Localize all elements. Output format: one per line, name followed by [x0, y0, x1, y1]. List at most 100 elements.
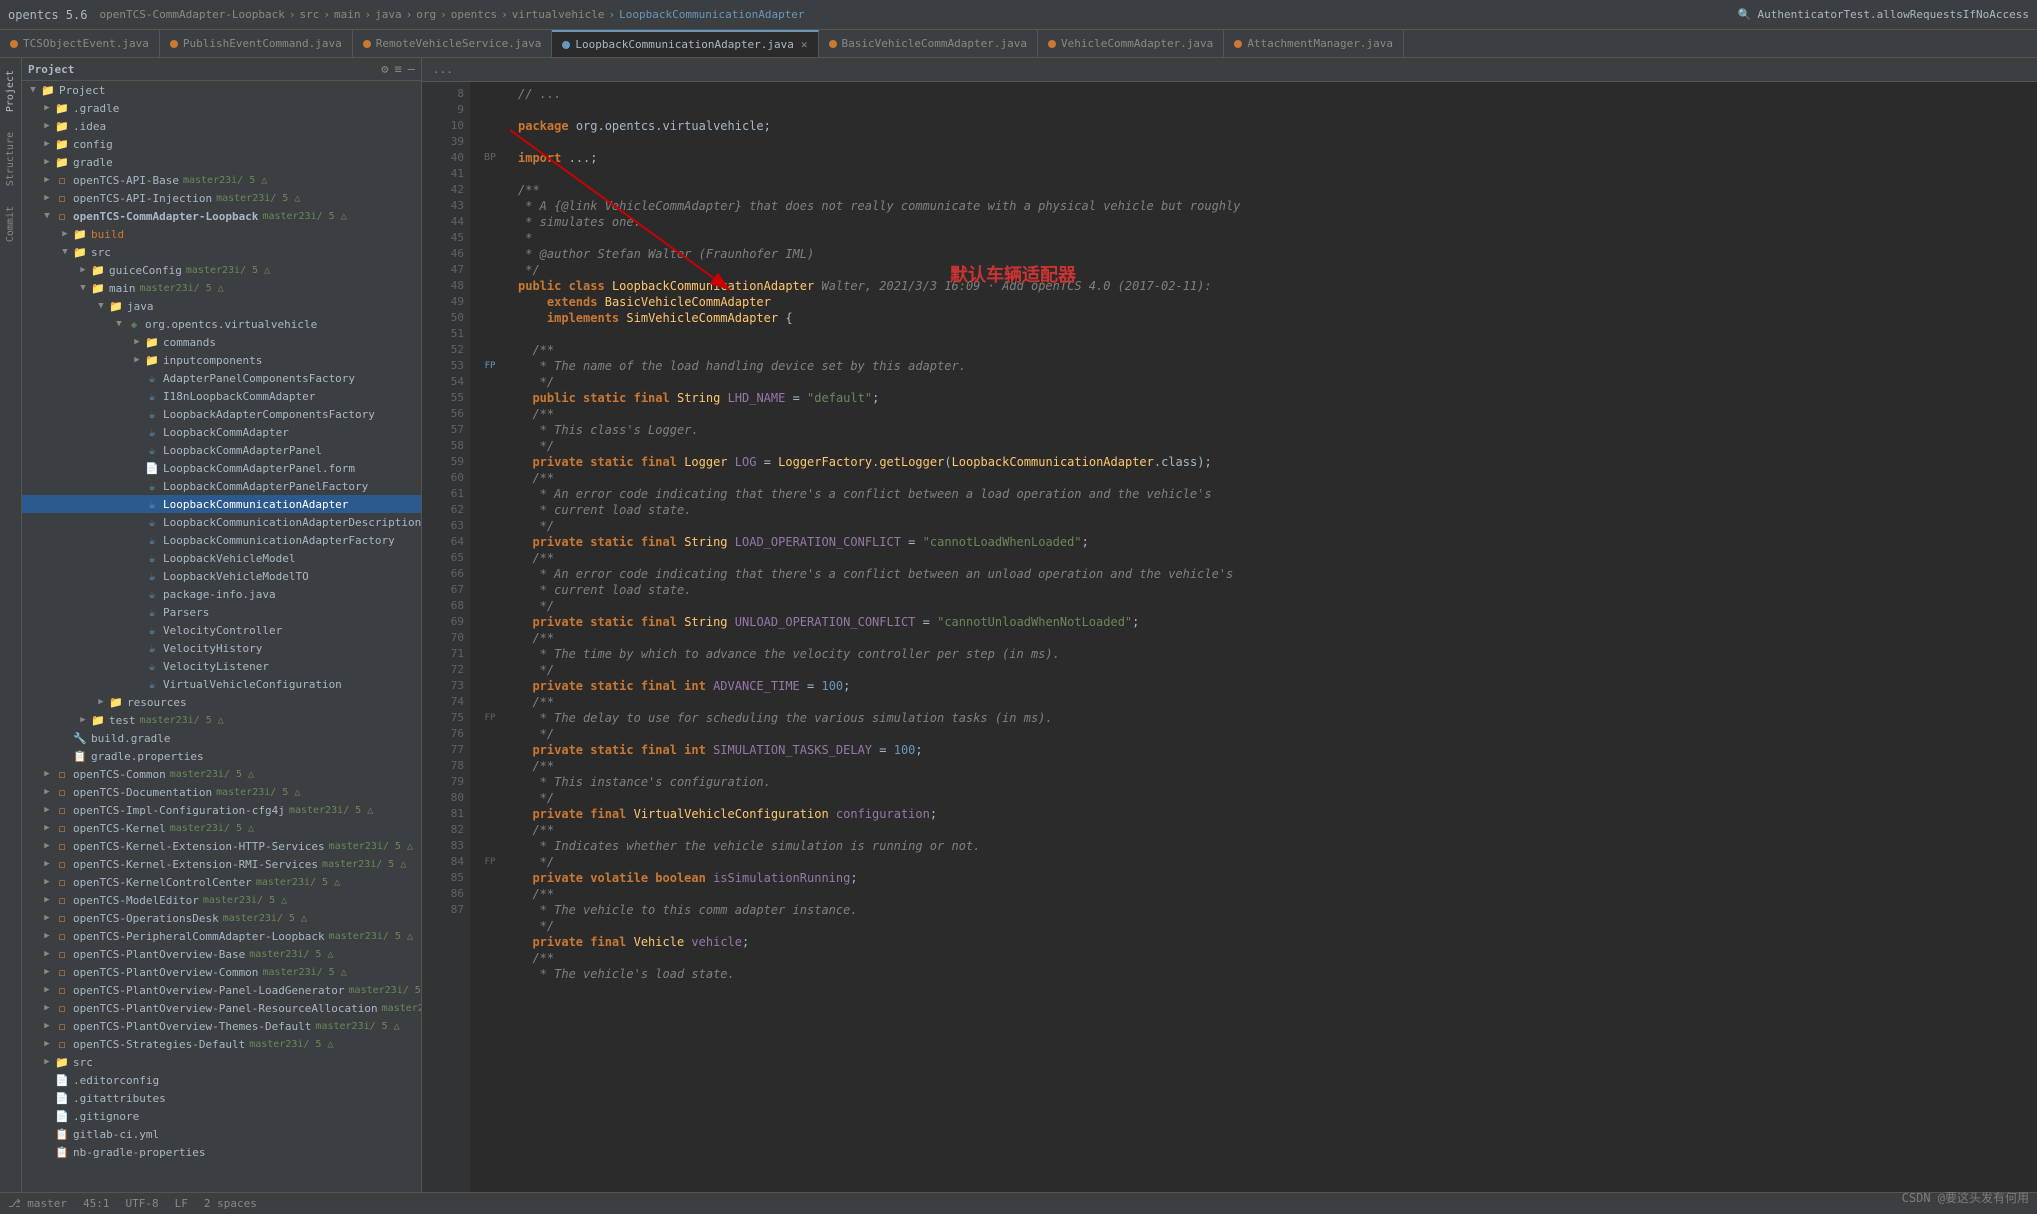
expand-arrow	[40, 193, 54, 203]
tree-item-package-info[interactable]: ☕ package-info.java	[22, 585, 421, 603]
tree-item-commands[interactable]: 📁 commands	[22, 333, 421, 351]
gear-icon[interactable]: ⚙	[381, 62, 388, 76]
file-icon: 📄	[54, 1072, 70, 1088]
status-bar: ⎇ master 45:1 UTF-8 LF 2 spaces CSDN @要这…	[0, 1192, 2037, 1214]
tree-item-documentation[interactable]: ◻ openTCS-Documentation master23i/ 5 △	[22, 783, 421, 801]
file-icon: 📄	[54, 1108, 70, 1124]
tab-remote-vehicle-service[interactable]: RemoteVehicleService.java	[353, 30, 553, 58]
tree-item-gradle[interactable]: 📁 .gradle	[22, 99, 421, 117]
tree-item-loopback-panel[interactable]: ☕ LoopbackCommAdapterPanel	[22, 441, 421, 459]
tree-item-loopback-vehicle-model[interactable]: ☕ LoopbackVehicleModel	[22, 549, 421, 567]
tab-vehicle-comm-adapter[interactable]: VehicleCommAdapter.java	[1038, 30, 1224, 58]
tree-item-plant-themes[interactable]: ◻ openTCS-PlantOverview-Themes-Default m…	[22, 1017, 421, 1035]
code-line-79: /**	[518, 822, 2029, 838]
tree-item-src-root[interactable]: 📁 src	[22, 1053, 421, 1071]
tab-attachment-manager[interactable]: AttachmentManager.java	[1224, 30, 1404, 58]
code-line-80: * Indicates whether the vehicle simulati…	[518, 838, 2029, 854]
tree-item-loopback-adapter-components[interactable]: ☕ LoopbackAdapterComponentsFactory	[22, 405, 421, 423]
vtab-structure[interactable]: Structure	[3, 124, 18, 194]
tab-publish-event-command[interactable]: PublishEventCommand.java	[160, 30, 353, 58]
tree-item-loopback-comm-adapter[interactable]: ☕ LoopbackCommAdapter	[22, 423, 421, 441]
expand-arrow	[40, 1003, 54, 1013]
tree-item-loopback-panel-form[interactable]: 📄 LoopbackCommAdapterPanel.form	[22, 459, 421, 477]
code-line-44: */	[518, 262, 2029, 278]
tree-item-common[interactable]: ◻ openTCS-Common master23i/ 5 △	[22, 765, 421, 783]
status-line-col: 45:1	[83, 1197, 110, 1210]
tree-item-velocity-controller[interactable]: ☕ VelocityController	[22, 621, 421, 639]
tree-item-build[interactable]: 📁 build	[22, 225, 421, 243]
tree-item-test[interactable]: 📁 test master23i/ 5 △	[22, 711, 421, 729]
tree-item-api-injection[interactable]: ◻ openTCS-API-Injection master23i/ 5 △	[22, 189, 421, 207]
tree-item-gradle-folder[interactable]: 📁 gradle	[22, 153, 421, 171]
tree-item-guiceconfig[interactable]: 📁 guiceConfig master23i/ 5 △	[22, 261, 421, 279]
tree-item-velocity-listener[interactable]: ☕ VelocityListener	[22, 657, 421, 675]
code-content[interactable]: 默认车辆适配器 // ... package org.opentcs.virtu…	[510, 82, 2037, 1192]
tree-item-loopback-factory[interactable]: ☕ LoopbackCommunicationAdapterFactory	[22, 531, 421, 549]
vtab-commit[interactable]: Commit	[3, 198, 18, 250]
tree-item-gitattributes[interactable]: 📄 .gitattributes	[22, 1089, 421, 1107]
code-line-51: */	[518, 374, 2029, 390]
tree-item-project-root[interactable]: 📁 Project	[22, 81, 421, 99]
tree-item-virtual-vehicle-config[interactable]: ☕ VirtualVehicleConfiguration	[22, 675, 421, 693]
tab-basic-vehicle-comm-adapter[interactable]: BasicVehicleCommAdapter.java	[819, 30, 1038, 58]
tree-item-plant-load-gen[interactable]: ◻ openTCS-PlantOverview-Panel-LoadGenera…	[22, 981, 421, 999]
expand-arrow	[130, 355, 144, 365]
tree-item-plant-common[interactable]: ◻ openTCS-PlantOverview-Common master23i…	[22, 963, 421, 981]
tree-item-parsers[interactable]: ☕ Parsers	[22, 603, 421, 621]
tree-item-loopback-communication-adapter[interactable]: ☕ LoopbackCommunicationAdapter	[22, 495, 421, 513]
tree-item-ops-desk[interactable]: ◻ openTCS-OperationsDesk master23i/ 5 △	[22, 909, 421, 927]
tree-item-loopback-description[interactable]: ☕ LoopbackCommunicationAdapterDescriptio…	[22, 513, 421, 531]
java-file-icon: ☕	[144, 676, 160, 692]
sidebar-header: Project ⚙ ≡ —	[22, 58, 421, 81]
vtab-project[interactable]: Project	[3, 62, 18, 120]
tree-item-gradle-properties[interactable]: 📋 gradle.properties	[22, 747, 421, 765]
tree-item-inputcomponents[interactable]: 📁 inputcomponents	[22, 351, 421, 369]
tab-loopback-communication-adapter[interactable]: LoopbackCommunicationAdapter.java ✕	[552, 30, 818, 58]
tree-item-velocity-history[interactable]: ☕ VelocityHistory	[22, 639, 421, 657]
tree-item-gitlab-ci[interactable]: 📋 gitlab-ci.yml	[22, 1125, 421, 1143]
tree-item-kernel-http[interactable]: ◻ openTCS-Kernel-Extension-HTTP-Services…	[22, 837, 421, 855]
tree-item-src[interactable]: 📁 src	[22, 243, 421, 261]
folder-icon: 📁	[90, 280, 106, 296]
tree-item-resources[interactable]: 📁 resources	[22, 693, 421, 711]
tree-item-package[interactable]: ◈ org.opentcs.virtualvehicle	[22, 315, 421, 333]
tab-tcs-object-event[interactable]: TCSObjectEvent.java	[0, 30, 160, 58]
tree-item-plant-resource[interactable]: ◻ openTCS-PlantOverview-Panel-ResourceAl…	[22, 999, 421, 1017]
folder-icon: 📁	[90, 262, 106, 278]
folder-icon: 📁	[108, 298, 124, 314]
tree-item-idea[interactable]: 📁 .idea	[22, 117, 421, 135]
code-line-65: */	[518, 598, 2029, 614]
tree-item-api-base[interactable]: ◻ openTCS-API-Base master23i/ 5 △	[22, 171, 421, 189]
tree-item-plant-base[interactable]: ◻ openTCS-PlantOverview-Base master23i/ …	[22, 945, 421, 963]
settings-icon[interactable]: ≡	[395, 62, 402, 76]
tree-item-main[interactable]: 📁 main master23i/ 5 △	[22, 279, 421, 297]
tree-item-loopback-vehicle-model-to[interactable]: ☕ LoopbackVehicleModelTO	[22, 567, 421, 585]
code-line-50: * The name of the load handling device s…	[518, 358, 2029, 374]
tree-item-strategies[interactable]: ◻ openTCS-Strategies-Default master23i/ …	[22, 1035, 421, 1053]
code-line-61: private static final String LOAD_OPERATI…	[518, 534, 2029, 550]
java-file-icon: ☕	[144, 640, 160, 656]
module-icon: ◻	[54, 208, 70, 224]
app-title: opentcs 5.6	[8, 8, 87, 22]
tree-item-config[interactable]: 📁 config	[22, 135, 421, 153]
tree-item-i18n[interactable]: ☕ I18nLoopbackCommAdapter	[22, 387, 421, 405]
code-line-77: */	[518, 790, 2029, 806]
tree-item-java[interactable]: 📁 java	[22, 297, 421, 315]
tree-item-kernel[interactable]: ◻ openTCS-Kernel master23i/ 5 △	[22, 819, 421, 837]
tree-item-peripheral-loopback[interactable]: ◻ openTCS-PeripheralCommAdapter-Loopback…	[22, 927, 421, 945]
tree-item-editorconfig[interactable]: 📄 .editorconfig	[22, 1071, 421, 1089]
code-line-85: */	[518, 918, 2029, 934]
tree-item-kernel-rmi[interactable]: ◻ openTCS-Kernel-Extension-RMI-Services …	[22, 855, 421, 873]
tree-item-impl-cfg4j[interactable]: ◻ openTCS-Impl-Configuration-cfg4j maste…	[22, 801, 421, 819]
tree-item-kernel-control[interactable]: ◻ openTCS-KernelControlCenter master23i/…	[22, 873, 421, 891]
tree-item-model-editor[interactable]: ◻ openTCS-ModelEditor master23i/ 5 △	[22, 891, 421, 909]
tree-item-build-gradle[interactable]: 🔧 build.gradle	[22, 729, 421, 747]
tree-item-loopback-panel-factory[interactable]: ☕ LoopbackCommAdapterPanelFactory	[22, 477, 421, 495]
minimize-icon[interactable]: —	[408, 62, 415, 76]
toolbar-back[interactable]: ...	[430, 62, 456, 77]
tree-item-nb-gradle[interactable]: 📋 nb-gradle-properties	[22, 1143, 421, 1161]
expand-arrow	[40, 877, 54, 887]
tree-item-gitignore[interactable]: 📄 .gitignore	[22, 1107, 421, 1125]
tree-item-adapter-panel-factory[interactable]: ☕ AdapterPanelComponentsFactory	[22, 369, 421, 387]
tree-item-commadapter-loopback[interactable]: ◻ openTCS-CommAdapter-Loopback master23i…	[22, 207, 421, 225]
